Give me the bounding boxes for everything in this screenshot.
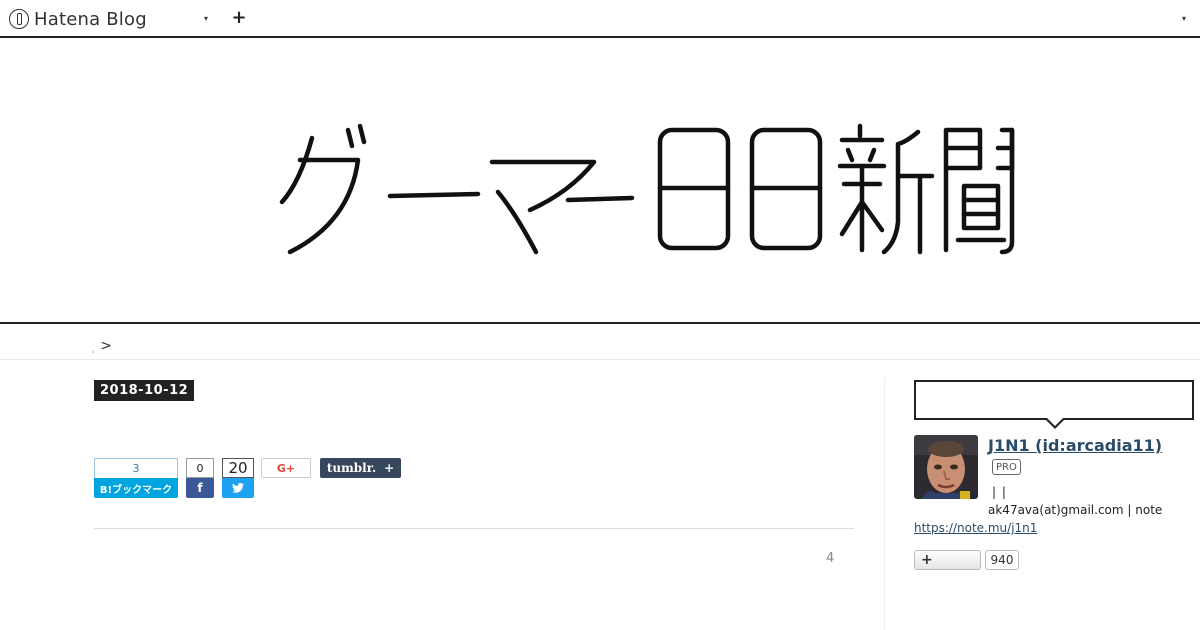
comment-count[interactable]: 4 — [826, 551, 834, 566]
blog-header — [0, 40, 1200, 324]
avatar[interactable] — [914, 435, 978, 499]
tumblr-label: tumblr. — [326, 461, 377, 475]
hatena-logo-icon — [9, 9, 29, 29]
sidebar-search-box[interactable] — [914, 380, 1194, 420]
global-header: Hatena Blog ▾ + ▾ — [0, 0, 1200, 38]
profile-description: ak47ava(at)gmail.com | note — [988, 503, 1163, 517]
hatena-blog-logo[interactable]: Hatena Blog — [9, 6, 147, 32]
entry-date[interactable]: 2018-10-12 — [94, 380, 195, 401]
twitter-icon[interactable] — [222, 478, 254, 498]
google-plus-button[interactable]: G+ — [261, 458, 311, 478]
twitter-share-count: 20 — [222, 458, 254, 478]
twitter-share-button[interactable]: 20 — [222, 458, 254, 498]
add-entry-button[interactable]: + — [230, 8, 248, 28]
subscribe-button[interactable]: + — [914, 550, 981, 570]
divider — [94, 528, 854, 529]
logo-text: Hatena Blog — [34, 8, 147, 30]
tumblr-share-button[interactable]: tumblr. + — [320, 458, 401, 478]
speech-bubble-tail-inner — [1046, 417, 1064, 426]
profile-url-link[interactable]: https://note.mu/j1n1 — [914, 521, 1037, 535]
reader-count: 940 — [985, 550, 1019, 570]
chevron-down-icon[interactable]: ▾ — [198, 9, 214, 27]
breadcrumb: ˌ > — [92, 336, 112, 356]
profile-separator-text: | | — [992, 485, 1007, 499]
plus-icon: + — [921, 552, 933, 568]
sidebar-divider — [884, 378, 885, 630]
facebook-icon[interactable]: f — [186, 478, 214, 498]
blog-title-logo[interactable] — [270, 102, 1030, 262]
profile-name-link[interactable]: J1N1 (id:arcadia11) — [988, 436, 1162, 455]
breadcrumb-separator: > — [100, 338, 112, 354]
pro-badge: PRO — [992, 459, 1021, 475]
plus-icon: + — [384, 461, 395, 475]
breadcrumb-home[interactable]: ˌ — [92, 345, 94, 354]
hatena-bookmark-count[interactable]: 3 — [94, 458, 178, 478]
divider — [0, 359, 1200, 360]
user-menu-chevron-icon[interactable]: ▾ — [1176, 9, 1192, 27]
facebook-share-button[interactable]: 0 f — [186, 458, 214, 498]
facebook-share-count: 0 — [186, 458, 214, 478]
hatena-bookmark-label[interactable]: B!ブックマーク — [94, 478, 178, 498]
hatena-bookmark-button[interactable]: 3 B!ブックマーク — [94, 458, 178, 498]
